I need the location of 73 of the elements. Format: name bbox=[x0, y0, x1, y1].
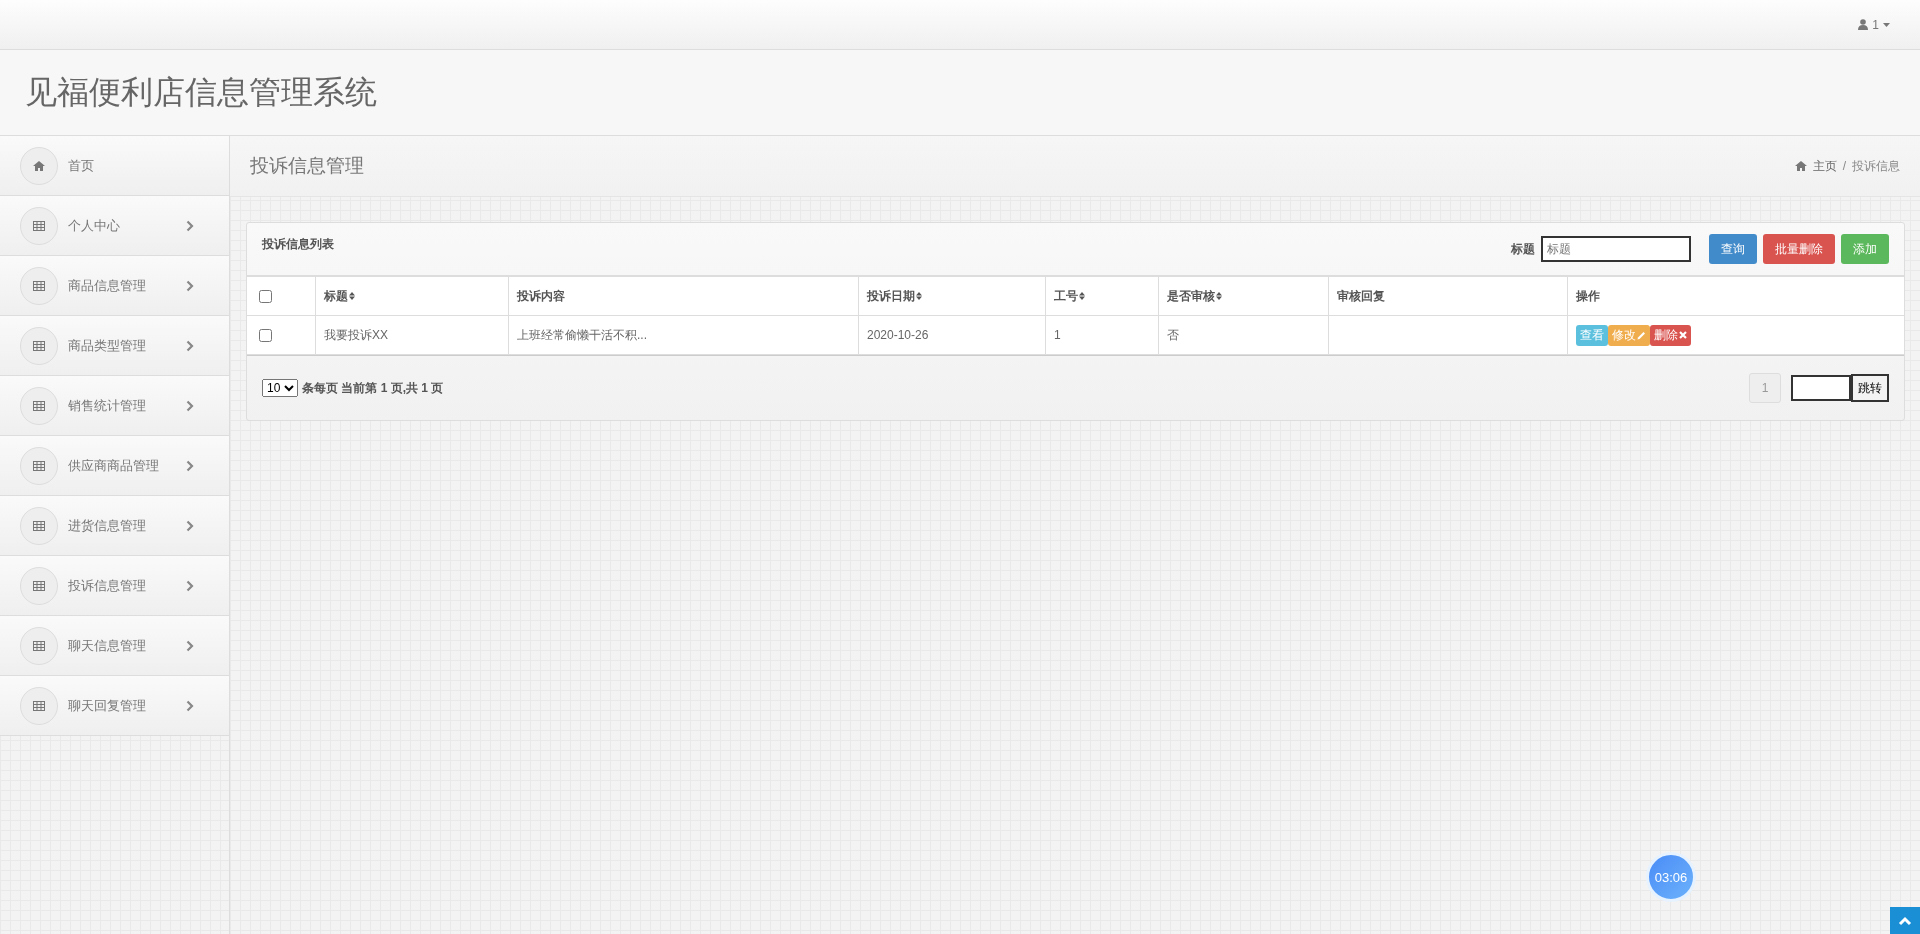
sidebar-item[interactable]: 商品类型管理 bbox=[0, 316, 229, 376]
grid-icon bbox=[20, 266, 58, 305]
column-header: 操作 bbox=[1567, 276, 1904, 316]
page-info: 条每页 当前第 1 页,共 1 页 bbox=[302, 379, 444, 397]
page-size-select[interactable]: 10 bbox=[262, 379, 298, 397]
page-button[interactable]: 1 bbox=[1749, 373, 1781, 403]
grid-icon bbox=[20, 446, 58, 485]
sidebar-item[interactable]: 销售统计管理 bbox=[0, 376, 229, 436]
sidebar-item[interactable]: 进货信息管理 bbox=[0, 496, 229, 556]
breadcrumb-separator: / bbox=[1842, 159, 1846, 173]
breadcrumb-item[interactable]: 主页 bbox=[1812, 157, 1837, 175]
close-icon bbox=[1679, 331, 1687, 339]
column-header: 审核回复 bbox=[1328, 276, 1568, 316]
chevron-right-icon bbox=[186, 219, 194, 232]
column-header[interactable]: 工号 bbox=[1045, 276, 1159, 316]
chevron-right-icon bbox=[186, 459, 194, 472]
chevron-up-icon bbox=[1898, 915, 1912, 926]
chevron-right-icon bbox=[186, 519, 194, 532]
grid-icon bbox=[20, 506, 58, 545]
caret-icon bbox=[1883, 22, 1890, 27]
jump-button[interactable]: 跳转 bbox=[1851, 374, 1889, 402]
sort-icon bbox=[349, 291, 355, 300]
chevron-right-icon bbox=[186, 579, 194, 592]
chevron-right-icon bbox=[186, 339, 194, 352]
page-title: 投诉信息管理 bbox=[250, 154, 364, 178]
app-title: 见福便利店信息管理系统 bbox=[25, 72, 377, 112]
grid-icon bbox=[20, 686, 58, 725]
sort-icon bbox=[1079, 291, 1085, 300]
sidebar-item[interactable]: 商品信息管理 bbox=[0, 256, 229, 316]
row-action-button[interactable]: 删除 bbox=[1650, 324, 1691, 346]
breadcrumb-item: 投诉信息 bbox=[1852, 157, 1900, 175]
row-checkbox[interactable] bbox=[259, 328, 272, 342]
sort-icon bbox=[1216, 291, 1222, 300]
pencil-icon bbox=[1637, 330, 1646, 340]
sort-icon bbox=[916, 291, 922, 300]
home-icon bbox=[20, 146, 58, 185]
table-cell: 否 bbox=[1167, 327, 1179, 342]
home-icon bbox=[1794, 161, 1807, 171]
search-field[interactable]: 标题 bbox=[1541, 236, 1691, 262]
grid-icon bbox=[20, 626, 58, 665]
table-cell: 我要投诉XX bbox=[324, 327, 388, 342]
grid-icon bbox=[20, 566, 58, 605]
page-number-field[interactable] bbox=[1791, 375, 1851, 401]
panel-title: 投诉信息列表 bbox=[262, 236, 334, 253]
sidebar-item[interactable]: 供应商商品管理 bbox=[0, 436, 229, 496]
chevron-right-icon bbox=[186, 279, 194, 292]
select-all-checkbox[interactable] bbox=[259, 289, 272, 303]
action-button[interactable]: 添加 bbox=[1841, 234, 1889, 264]
action-button[interactable]: 查询 bbox=[1709, 234, 1757, 264]
chevron-right-icon bbox=[186, 399, 194, 412]
scroll-top-button[interactable] bbox=[1890, 907, 1920, 934]
table-cell: 1 bbox=[1054, 328, 1061, 342]
grid-icon bbox=[20, 386, 58, 425]
column-header[interactable]: 投诉日期 bbox=[858, 276, 1046, 316]
search-label: 标题 bbox=[1511, 240, 1535, 258]
table-cell: 上班经常偷懒干活不积... bbox=[517, 327, 647, 342]
sidebar-item[interactable]: 首页 bbox=[0, 136, 229, 196]
column-header[interactable]: 标题 bbox=[315, 276, 509, 316]
column-header[interactable]: 是否审核 bbox=[1158, 276, 1329, 316]
user-menu[interactable]: 1 bbox=[1858, 17, 1890, 32]
column-header: 投诉内容 bbox=[508, 276, 859, 316]
sidebar-item[interactable]: 聊天回复管理 bbox=[0, 676, 229, 736]
sidebar-item[interactable]: 投诉信息管理 bbox=[0, 556, 229, 616]
chevron-right-icon bbox=[186, 639, 194, 652]
action-button[interactable]: 批量删除 bbox=[1763, 234, 1835, 264]
chevron-right-icon bbox=[186, 699, 194, 712]
table-cell: 2020-10-26 bbox=[867, 328, 929, 342]
sidebar-item[interactable]: 聊天信息管理 bbox=[0, 616, 229, 676]
grid-icon bbox=[20, 206, 58, 245]
sidebar-item[interactable]: 个人中心 bbox=[0, 196, 229, 256]
grid-icon bbox=[20, 326, 58, 365]
timer-badge: 03:06 bbox=[1646, 852, 1696, 902]
user-icon bbox=[1858, 19, 1869, 30]
